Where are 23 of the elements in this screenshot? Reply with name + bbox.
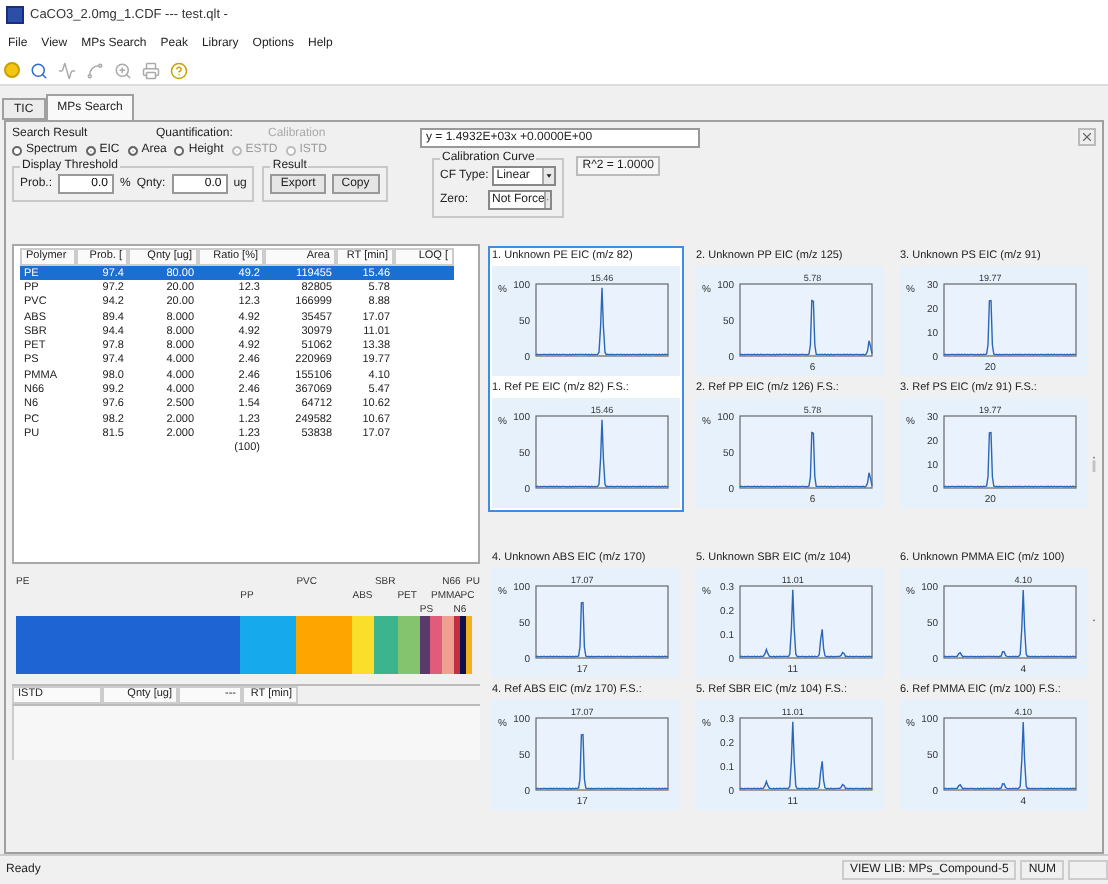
chromatogram-line [943, 431, 1077, 488]
plot-frame [535, 717, 669, 791]
search-icon[interactable] [30, 61, 48, 79]
app-icon [6, 6, 24, 24]
chromatogram-line [739, 299, 873, 356]
plot-frame [943, 415, 1077, 489]
chromatogram-line [535, 601, 669, 658]
radio-icon[interactable] [85, 145, 96, 155]
radio-icon[interactable] [12, 145, 22, 155]
disc-icon[interactable] [4, 62, 20, 78]
plot-frame [739, 283, 873, 357]
caret-icon[interactable] [542, 168, 555, 184]
status-pane [1068, 860, 1108, 880]
chromatogram-line [943, 299, 1077, 356]
plot-frame [943, 283, 1077, 357]
chromatogram-line [739, 431, 873, 488]
plot-frame [739, 415, 873, 489]
radio-icon[interactable] [174, 145, 185, 155]
radio-icon[interactable] [127, 145, 138, 155]
chromatogram-line [535, 733, 669, 790]
help-icon[interactable] [170, 61, 188, 79]
table-cell[interactable] [394, 266, 454, 281]
plot-frame [535, 585, 669, 659]
